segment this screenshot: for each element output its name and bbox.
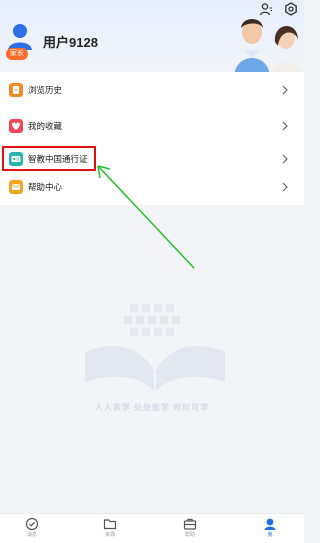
chevron-right-icon — [282, 154, 288, 164]
profile-header: 家长 用户9128 — [0, 0, 304, 78]
username[interactable]: 用户9128 — [43, 32, 98, 51]
help-mail-icon — [9, 180, 23, 194]
slogan-watermark: 人人皆学 处处能学 时时可学 — [94, 403, 210, 412]
menu-label: 浏览历史 — [28, 85, 63, 95]
tab-label: 帮助 — [184, 532, 195, 538]
tab-label: 资源 — [104, 532, 115, 538]
history-icon — [9, 83, 23, 97]
menu-label: 帮助中心 — [28, 182, 63, 192]
menu-item-favorites[interactable]: 我的收藏 — [0, 108, 304, 144]
briefcase-icon — [183, 518, 197, 530]
tab-help[interactable]: 帮助 — [170, 517, 210, 543]
tab-me[interactable]: 我 — [250, 517, 290, 543]
watermark-logo — [85, 304, 225, 392]
tab-resources[interactable]: 资源 — [90, 517, 130, 543]
role-badge: 家长 — [6, 48, 28, 60]
menu-label: 我的收藏 — [28, 121, 63, 131]
chevron-right-icon — [282, 85, 288, 95]
message-check-icon — [25, 517, 39, 531]
menu-card-1: 浏览历史 我的收藏 — [0, 72, 304, 144]
tab-label: 消息 — [26, 532, 37, 538]
chevron-right-icon — [282, 121, 288, 131]
highlight-box — [2, 146, 96, 171]
family-illustration — [234, 19, 304, 76]
bottom-tab-bar: 消息 资源 帮助 我 — [0, 513, 304, 543]
menu-item-history[interactable]: 浏览历史 — [0, 72, 304, 108]
tab-messages[interactable]: 消息 — [12, 517, 52, 543]
chevron-right-icon — [282, 182, 288, 192]
heart-icon — [9, 119, 23, 133]
user-profile-icon — [264, 518, 276, 530]
tab-label: 我 — [267, 532, 273, 538]
annotation-arrow — [97, 165, 195, 269]
folder-icon — [103, 519, 117, 530]
